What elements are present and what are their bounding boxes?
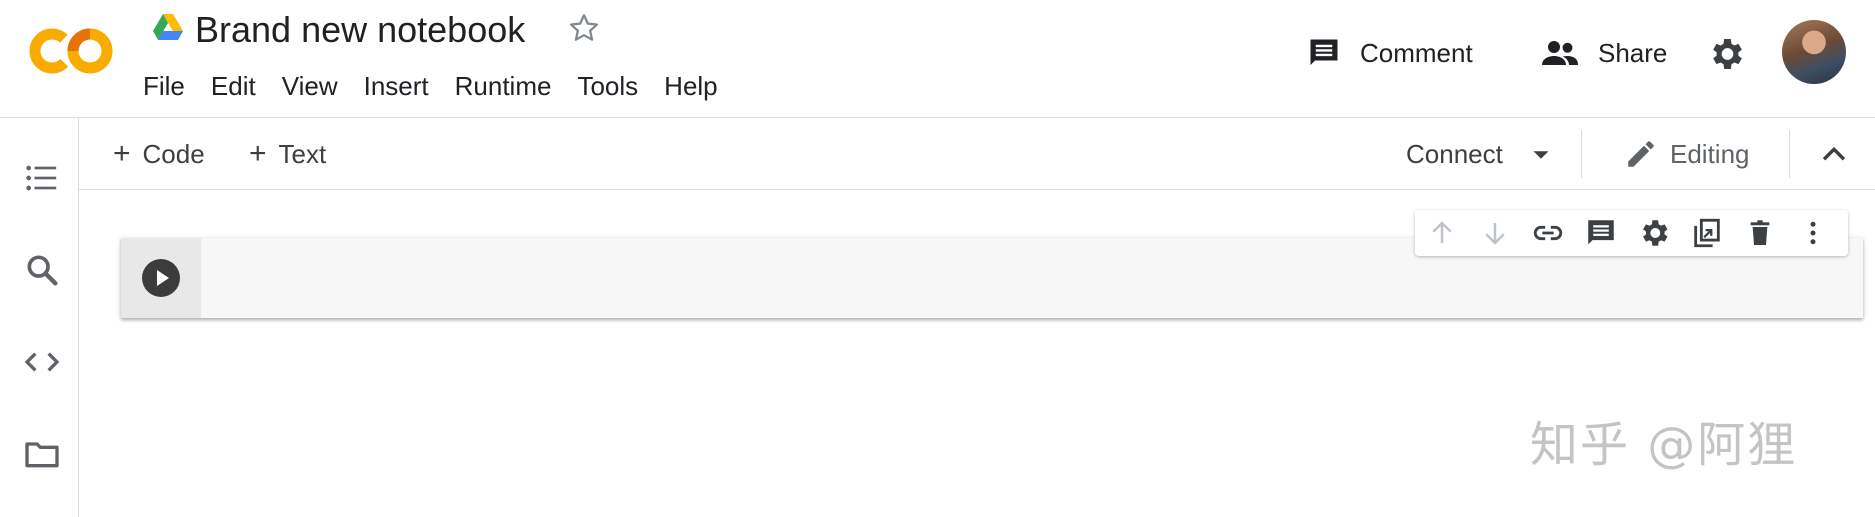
move-down-icon[interactable] <box>1478 215 1513 251</box>
plus-icon: + <box>113 137 131 170</box>
menu-insert[interactable]: Insert <box>351 66 442 106</box>
share-button[interactable]: Share <box>1540 30 1667 76</box>
code-snippets-icon[interactable] <box>22 342 62 382</box>
table-of-contents-icon[interactable] <box>22 158 62 198</box>
toolbar-divider <box>1789 130 1790 178</box>
plus-icon: + <box>249 137 267 170</box>
colab-logo[interactable] <box>28 24 114 78</box>
header: Brand new notebook File Edit View Insert… <box>0 0 1875 118</box>
add-code-button[interactable]: + Code <box>113 132 205 176</box>
chevron-up-icon[interactable] <box>1817 138 1851 172</box>
notebook-title[interactable]: Brand new notebook <box>195 6 525 54</box>
gear-icon[interactable] <box>1637 215 1672 251</box>
add-text-button[interactable]: + Text <box>249 132 326 176</box>
menu-bar: File Edit View Insert Runtime Tools Help <box>130 66 731 106</box>
notebook-toolbar: + Code + Text Connect Editing <box>79 118 1875 190</box>
user-avatar[interactable] <box>1782 20 1846 84</box>
menu-tools[interactable]: Tools <box>564 66 651 106</box>
menu-file[interactable]: File <box>130 66 198 106</box>
menu-edit[interactable]: Edit <box>198 66 269 106</box>
people-icon <box>1542 41 1578 65</box>
add-text-label: Text <box>278 138 327 169</box>
cell-gutter <box>121 238 201 318</box>
more-vert-icon[interactable] <box>1795 215 1830 251</box>
comment-icon <box>1310 39 1338 65</box>
left-sidebar <box>0 118 79 517</box>
search-icon[interactable] <box>22 250 62 290</box>
editing-label: Editing <box>1670 138 1750 169</box>
mirror-cell-icon[interactable] <box>1689 215 1724 251</box>
star-outline-icon[interactable] <box>566 10 602 46</box>
menu-runtime[interactable]: Runtime <box>442 66 565 106</box>
comment-button[interactable]: Comment <box>1306 30 1473 76</box>
menu-help[interactable]: Help <box>651 66 730 106</box>
menu-view[interactable]: View <box>269 66 351 106</box>
watermark: 知乎 @阿狸 <box>1530 417 1798 473</box>
comment-label: Comment <box>1360 37 1473 68</box>
chevron-down-icon[interactable] <box>1526 140 1556 170</box>
share-label: Share <box>1598 37 1668 68</box>
toolbar-divider <box>1581 130 1582 178</box>
folder-icon[interactable] <box>22 434 62 474</box>
comment-icon[interactable] <box>1584 215 1619 251</box>
google-drive-icon[interactable] <box>153 14 183 41</box>
gear-icon[interactable] <box>1706 34 1746 74</box>
connect-button[interactable]: Connect <box>1406 132 1503 176</box>
link-icon[interactable] <box>1531 215 1566 251</box>
move-up-icon[interactable] <box>1425 215 1460 251</box>
run-cell-button[interactable] <box>141 258 181 298</box>
pencil-icon <box>1628 141 1654 167</box>
add-code-label: Code <box>142 138 205 169</box>
cell-toolbar <box>1415 210 1848 256</box>
editing-mode-button[interactable]: Editing <box>1624 132 1750 176</box>
delete-icon[interactable] <box>1742 215 1777 251</box>
